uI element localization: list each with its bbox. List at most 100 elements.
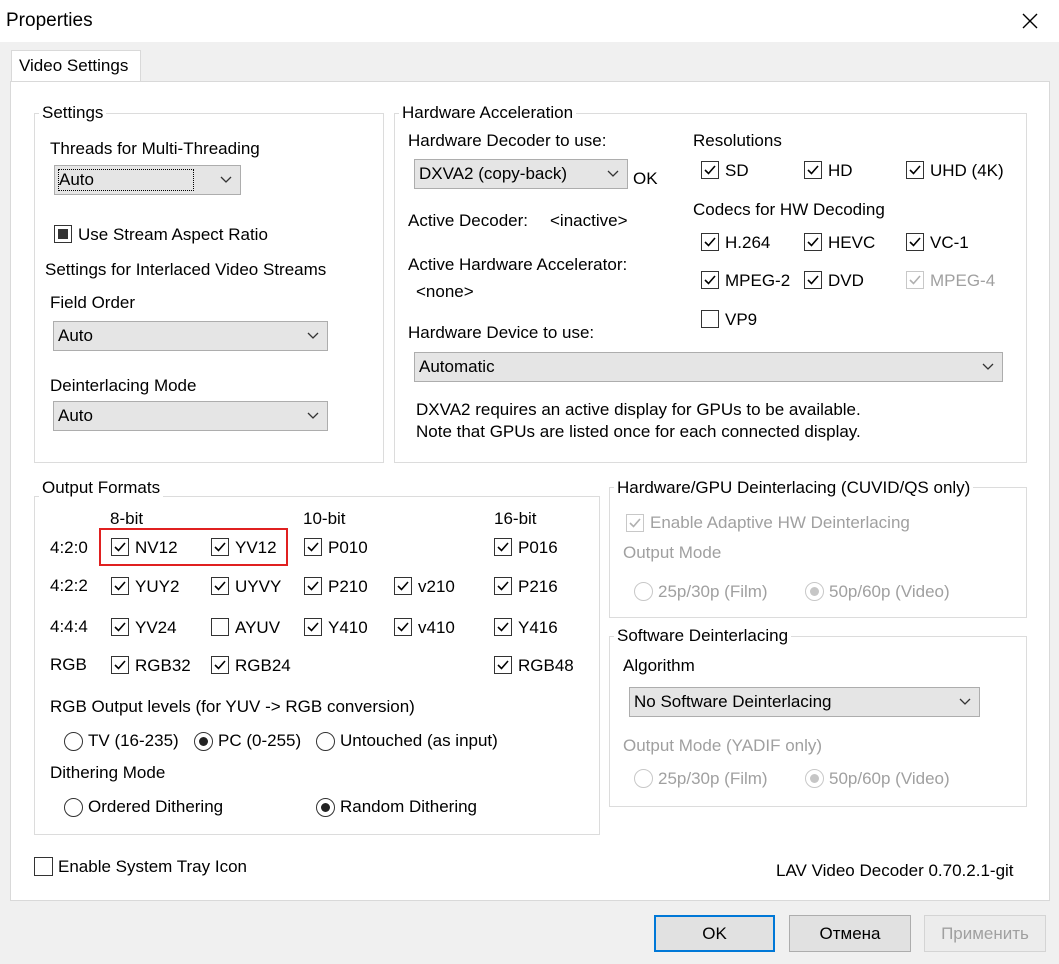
- fmt-p010-label: P010: [328, 538, 368, 557]
- deint-mode-select[interactable]: Auto: [53, 401, 328, 431]
- fmt-uyvy-label: UYVY: [235, 577, 282, 596]
- checkmark-icon: [114, 622, 126, 632]
- codec-h264-checkbox[interactable]: [701, 233, 719, 251]
- hw-device-value: Automatic: [419, 357, 495, 376]
- res-uhd-checkbox[interactable]: [906, 161, 924, 179]
- sw-video-radio[interactable]: [805, 769, 824, 788]
- active-accel-value: <none>: [416, 282, 474, 301]
- codec-dvd-checkbox[interactable]: [804, 271, 822, 289]
- fmt-yv24-checkbox[interactable]: [111, 618, 129, 636]
- checkmark-icon: [497, 581, 509, 591]
- fmt-p210-label: P210: [328, 577, 368, 596]
- output-formats-legend: Output Formats: [39, 478, 164, 498]
- dither-ordered-label: Ordered Dithering: [88, 797, 224, 816]
- adaptive-hw-deint-checkbox[interactable]: [626, 514, 644, 532]
- checkmark-icon: [909, 275, 921, 285]
- dither-random-radio[interactable]: [316, 798, 335, 817]
- codec-mpeg4-checkbox[interactable]: [906, 271, 924, 289]
- checkmark-icon: [114, 660, 126, 670]
- sw-output-mode-label: Output Mode (YADIF only): [623, 736, 823, 755]
- interlaced-label: Settings for Interlaced Video Streams: [45, 260, 327, 279]
- hw-film-radio[interactable]: [634, 582, 653, 601]
- threads-select[interactable]: Auto: [54, 165, 241, 195]
- level-pc-label: PC (0-255): [218, 731, 302, 750]
- chevron-down-icon: [982, 363, 994, 370]
- resolutions-label: Resolutions: [693, 131, 782, 150]
- hw-decoder-select[interactable]: DXVA2 (copy-back): [414, 159, 628, 189]
- fmt-yuy2-label: YUY2: [135, 577, 180, 596]
- hw-device-select[interactable]: Automatic: [414, 352, 1003, 382]
- level-untouched-radio[interactable]: [316, 732, 335, 751]
- checkmark-icon: [497, 622, 509, 632]
- fmt-p216-label: P216: [518, 577, 558, 596]
- adaptive-hw-deint-label: Enable Adaptive HW Deinterlacing: [650, 513, 910, 532]
- codec-dvd-label: DVD: [828, 271, 864, 290]
- fmt-v410-label: v410: [418, 618, 455, 637]
- chevron-down-icon: [959, 698, 971, 705]
- ok-button[interactable]: OK: [654, 915, 775, 952]
- fmt-yuy2-checkbox[interactable]: [111, 577, 129, 595]
- hw-deint-legend: Hardware/GPU Deinterlacing (CUVID/QS onl…: [614, 478, 974, 498]
- sw-deint-legend: Software Deinterlacing: [614, 626, 792, 646]
- fmt-y410-checkbox[interactable]: [304, 618, 322, 636]
- active-decoder-value: <inactive>: [550, 211, 628, 230]
- apply-button[interactable]: Применить: [924, 915, 1046, 952]
- res-hd-checkbox[interactable]: [804, 161, 822, 179]
- level-untouched-label: Untouched (as input): [340, 731, 498, 750]
- dither-random-label: Random Dithering: [340, 797, 478, 816]
- algorithm-label: Algorithm: [623, 656, 695, 675]
- checkmark-icon: [909, 237, 921, 247]
- col-16bit-label: 16-bit: [494, 509, 537, 528]
- res-uhd-label: UHD (4K): [930, 161, 1004, 180]
- dither-ordered-radio[interactable]: [64, 798, 83, 817]
- level-pc-radio[interactable]: [194, 732, 213, 751]
- rgb-levels-label: RGB Output levels (for YUV -> RGB conver…: [50, 697, 415, 716]
- hw-film-label: 25p/30p (Film): [658, 582, 768, 601]
- fmt-y410-label: Y410: [328, 618, 368, 637]
- dxva-note-line1: DXVA2 requires an active display for GPU…: [416, 400, 861, 419]
- field-order-select[interactable]: Auto: [53, 321, 328, 351]
- checkmark-icon: [807, 237, 819, 247]
- fmt-v210-checkbox[interactable]: [394, 577, 412, 595]
- fmt-v410-checkbox[interactable]: [394, 618, 412, 636]
- fmt-p210-checkbox[interactable]: [304, 577, 322, 595]
- hw-video-label: 50p/60p (Video): [829, 582, 950, 601]
- fmt-rgb32-checkbox[interactable]: [111, 656, 129, 674]
- tab-label: Video Settings: [19, 56, 129, 75]
- codec-hevc-checkbox[interactable]: [804, 233, 822, 251]
- fmt-p010-checkbox[interactable]: [304, 538, 322, 556]
- fmt-p016-label: P016: [518, 538, 558, 557]
- fmt-yv24-label: YV24: [135, 618, 177, 637]
- field-order-value: Auto: [58, 326, 93, 345]
- threads-label: Threads for Multi-Threading: [50, 139, 260, 158]
- level-tv-radio[interactable]: [64, 732, 83, 751]
- fmt-rgb24-checkbox[interactable]: [211, 656, 229, 674]
- tray-icon-checkbox[interactable]: [34, 857, 53, 876]
- col-8bit-label: 8-bit: [110, 509, 144, 528]
- res-sd-label: SD: [725, 161, 749, 180]
- codec-mpeg2-checkbox[interactable]: [701, 271, 719, 289]
- fmt-p016-checkbox[interactable]: [494, 538, 512, 556]
- codec-mpeg4-label: MPEG-4: [930, 271, 996, 290]
- fmt-rgb24-label: RGB24: [235, 656, 291, 675]
- cancel-button[interactable]: Отмена: [789, 915, 911, 952]
- fmt-uyvy-checkbox[interactable]: [211, 577, 229, 595]
- codec-vp9-checkbox[interactable]: [701, 310, 719, 328]
- hw-video-radio[interactable]: [805, 582, 824, 601]
- stream-aspect-checkbox[interactable]: [54, 225, 72, 243]
- res-sd-checkbox[interactable]: [701, 161, 719, 179]
- fmt-y416-checkbox[interactable]: [494, 618, 512, 636]
- row-rgb-label: RGB: [50, 655, 87, 674]
- algorithm-select[interactable]: No Software Deinterlacing: [629, 687, 980, 717]
- sw-film-radio[interactable]: [634, 769, 653, 788]
- deint-mode-label: Deinterlacing Mode: [50, 376, 197, 395]
- chevron-down-icon: [607, 170, 619, 177]
- fmt-p216-checkbox[interactable]: [494, 577, 512, 595]
- hw-decoder-value: DXVA2 (copy-back): [419, 164, 568, 183]
- close-button[interactable]: [1010, 4, 1050, 38]
- codec-vc1-checkbox[interactable]: [906, 233, 924, 251]
- fmt-ayuv-checkbox[interactable]: [211, 618, 229, 636]
- version-label: LAV Video Decoder 0.70.2.1-git: [776, 861, 1014, 880]
- checkmark-icon: [214, 660, 226, 670]
- fmt-rgb48-checkbox[interactable]: [494, 656, 512, 674]
